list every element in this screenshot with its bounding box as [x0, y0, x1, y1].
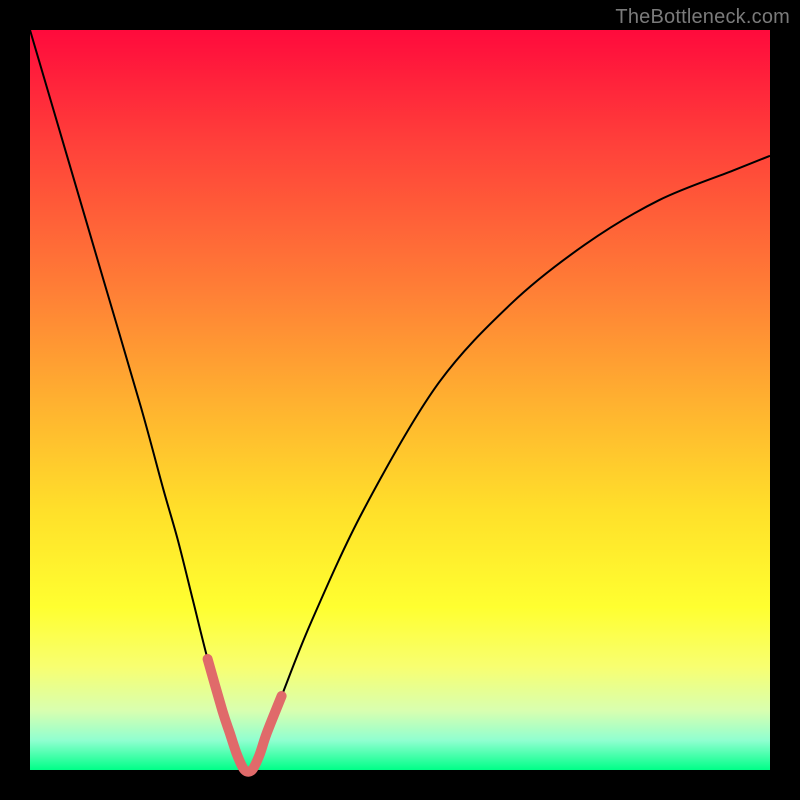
watermark-text: TheBottleneck.com: [615, 6, 790, 29]
bottleneck-curve: [30, 30, 770, 772]
chart-plot-area: [30, 30, 770, 770]
chart-svg: [30, 30, 770, 770]
bottleneck-marker: [208, 659, 282, 772]
